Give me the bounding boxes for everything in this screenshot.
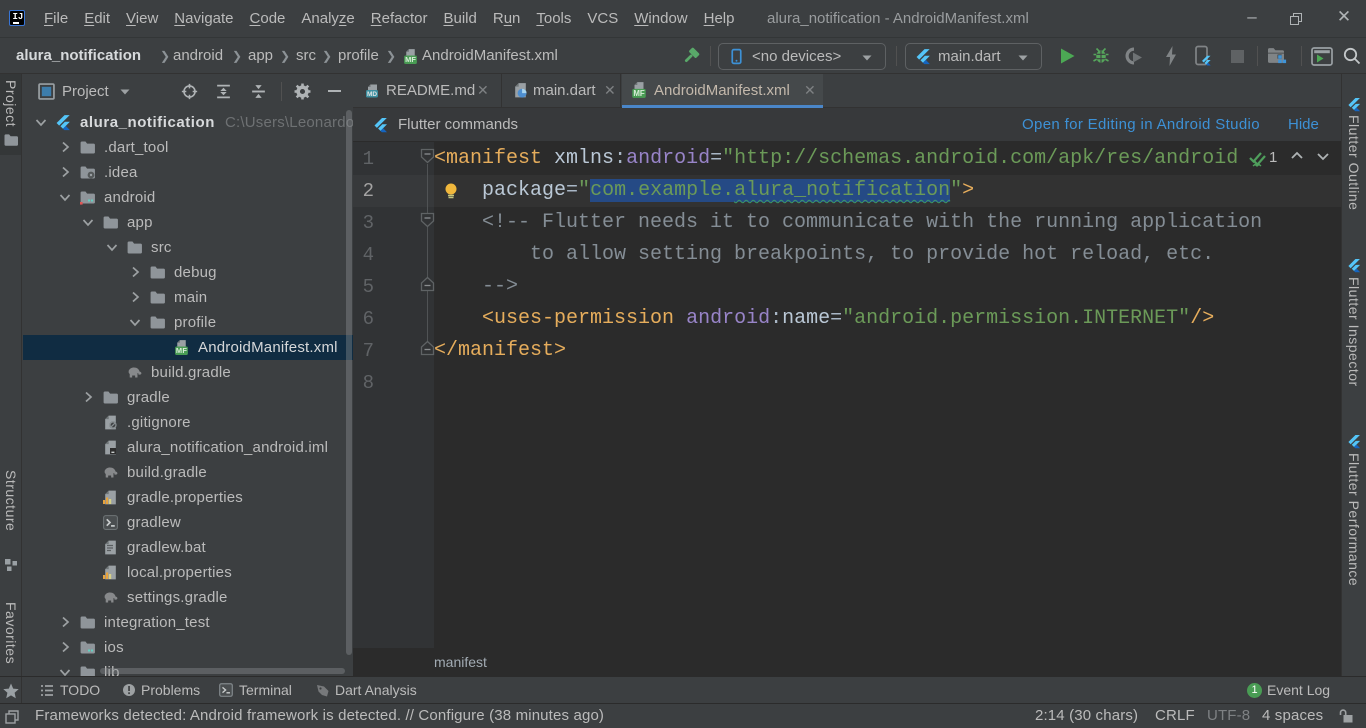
svg-text:MF: MF bbox=[405, 55, 416, 64]
svg-text:MF: MF bbox=[633, 89, 645, 98]
svg-text:MF: MF bbox=[176, 346, 187, 355]
svg-text:MD: MD bbox=[367, 91, 377, 98]
